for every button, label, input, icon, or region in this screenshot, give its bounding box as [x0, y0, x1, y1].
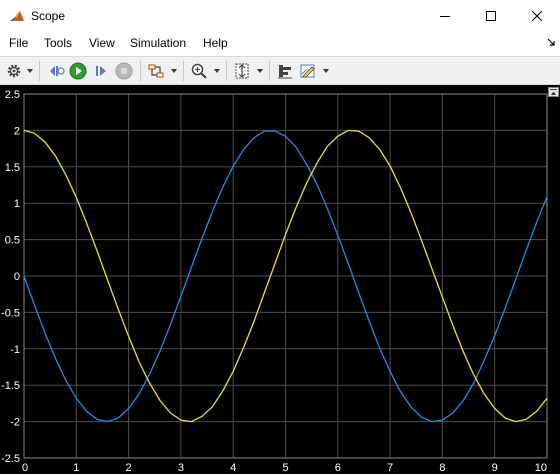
close-icon — [532, 11, 542, 21]
toolbar — [0, 56, 560, 85]
y-tick-label: 0.5 — [5, 235, 20, 247]
x-tick-label: 4 — [230, 462, 236, 474]
menu-view[interactable]: View — [89, 36, 115, 50]
maximize-button[interactable] — [468, 0, 514, 32]
matlab-scope-icon — [9, 8, 25, 24]
run-button[interactable] — [68, 61, 88, 81]
x-tick-label: 0 — [22, 462, 28, 474]
y-tick-label: 2.5 — [5, 89, 20, 101]
settings-button[interactable] — [5, 61, 23, 81]
signal-highlight-dropdown-caret[interactable] — [171, 69, 177, 73]
y-tick-label: -2.5 — [1, 453, 20, 465]
step-forward-icon — [96, 66, 106, 76]
stop-button[interactable] — [114, 61, 134, 81]
cursor-measurements-icon — [278, 65, 292, 79]
y-tick-label: 0 — [14, 271, 20, 283]
x-tick-label: 7 — [387, 462, 393, 474]
x-tick-label: 5 — [282, 462, 288, 474]
style-edit-icon — [300, 64, 315, 78]
menu-simulation[interactable]: Simulation — [130, 36, 186, 50]
signal-highlight-icon — [148, 64, 164, 78]
step-back-icon — [50, 66, 65, 76]
zoom-dropdown-caret[interactable] — [214, 69, 220, 73]
scope-plot: 0 1 2 3 4 5 6 7 8 9 10 2.5 2 1.5 1 0.5 0 -0.5 -1 -1.5 -2 -2.5 — [1, 89, 548, 474]
stop-icon — [115, 62, 133, 80]
scale-axes-dropdown-caret[interactable] — [257, 69, 263, 73]
close-button[interactable] — [514, 0, 560, 32]
scope-window: Scope File Tools View Simulation Help 0 … — [0, 0, 560, 474]
toolbar-separator — [140, 61, 141, 81]
expand-axes-button[interactable] — [548, 87, 559, 97]
menu-tools[interactable]: Tools — [44, 36, 72, 50]
style-button[interactable] — [298, 61, 318, 81]
y-tick-label: 1.5 — [5, 162, 20, 174]
menu-help[interactable]: Help — [203, 36, 228, 50]
toolbar-separator — [39, 61, 40, 81]
y-tick-label: 2 — [14, 125, 20, 137]
y-tick-label: -0.5 — [1, 307, 20, 319]
menu-bar: File Tools View Simulation Help — [0, 32, 560, 54]
title-bar[interactable]: Scope — [0, 0, 560, 32]
gear-icon — [7, 64, 21, 78]
scale-axes-icon — [235, 63, 249, 79]
scope-display[interactable]: 0 1 2 3 4 5 6 7 8 9 10 2.5 2 1.5 1 0.5 0 -0.5 -1 -1.5 -2 -2.5 — [0, 85, 560, 474]
x-tick-label: 10 — [535, 462, 547, 474]
toolbar-separator — [269, 61, 270, 81]
x-tick-label: 9 — [492, 462, 498, 474]
x-tick-label: 1 — [73, 462, 79, 474]
y-tick-label: -1 — [10, 344, 20, 356]
style-dropdown-caret[interactable] — [323, 69, 329, 73]
run-icon — [69, 62, 87, 80]
menu-file[interactable]: File — [9, 36, 28, 50]
cursor-measurements-button[interactable] — [275, 61, 295, 81]
y-tick-label: -1.5 — [1, 380, 20, 392]
step-back-button[interactable] — [46, 61, 66, 81]
settings-dropdown-caret[interactable] — [27, 69, 33, 73]
x-tick-label: 8 — [439, 462, 445, 474]
undock-arrow-icon[interactable] — [547, 38, 556, 47]
toolbar-separator — [183, 61, 184, 81]
toolbar-separator — [226, 61, 227, 81]
step-forward-button[interactable] — [91, 61, 111, 81]
zoom-button[interactable] — [189, 61, 209, 81]
y-tick-label: -2 — [10, 417, 20, 429]
maximize-axes-icon — [550, 89, 557, 95]
scale-axes-button[interactable] — [232, 61, 252, 81]
maximize-icon — [486, 11, 496, 21]
minimize-icon — [440, 16, 450, 17]
minimize-button[interactable] — [422, 0, 468, 32]
window-title: Scope — [31, 9, 66, 23]
x-tick-label: 3 — [178, 462, 184, 474]
y-tick-label: 1 — [14, 198, 20, 210]
signal-highlight-button[interactable] — [146, 61, 166, 81]
x-tick-label: 6 — [335, 462, 341, 474]
zoom-icon — [191, 63, 207, 79]
x-tick-label: 2 — [126, 462, 132, 474]
